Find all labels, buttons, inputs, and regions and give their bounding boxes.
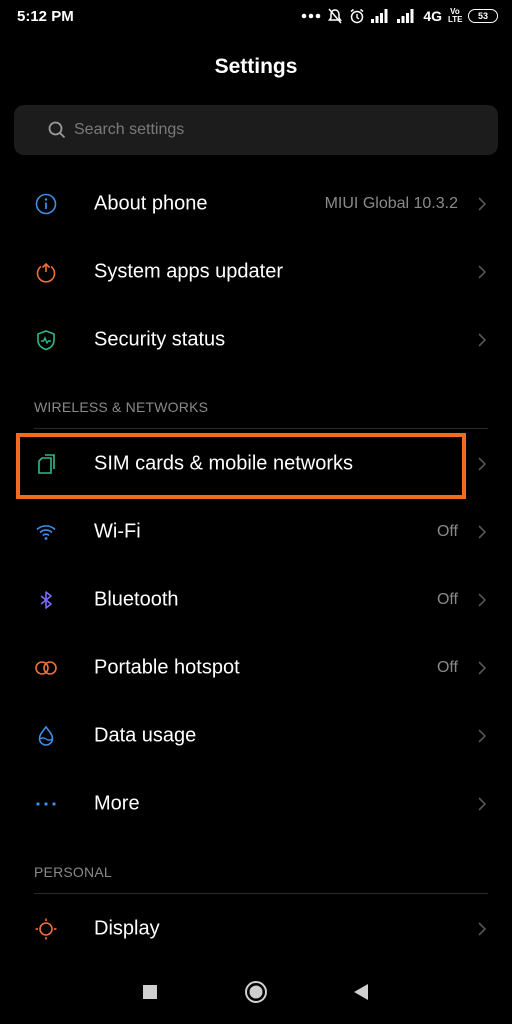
navigation-bar xyxy=(0,960,512,1024)
settings-item-data-usage[interactable]: Data usage xyxy=(0,702,512,770)
chevron-right-icon xyxy=(478,661,487,675)
section-header-personal: PERSONAL xyxy=(34,864,112,880)
home-circle-icon xyxy=(245,981,267,1003)
status-time: 5:12 PM xyxy=(17,8,74,25)
chevron-right-icon xyxy=(478,525,487,539)
settings-item-security-status[interactable]: Security status xyxy=(0,306,512,374)
update-arrow-icon xyxy=(34,260,58,284)
shield-icon xyxy=(34,328,58,352)
chevron-right-icon xyxy=(478,265,487,279)
section-header-wireless: WIRELESS & NETWORKS xyxy=(34,399,209,415)
wifi-icon xyxy=(34,520,58,544)
section-divider xyxy=(34,428,488,429)
item-value: Off xyxy=(436,591,458,608)
droplet-icon xyxy=(34,724,58,748)
square-icon xyxy=(143,985,157,999)
volte-bottom: LTE xyxy=(448,15,463,24)
network-type: 4G xyxy=(423,8,442,24)
settings-item-wifi[interactable]: Wi-Fi Off xyxy=(0,498,512,566)
bluetooth-icon xyxy=(34,588,58,612)
item-label: System apps updater xyxy=(94,260,283,283)
chevron-right-icon xyxy=(478,729,487,743)
notification-dots-icon xyxy=(302,13,321,19)
chevron-right-icon xyxy=(478,457,487,471)
alarm-icon xyxy=(350,8,364,24)
info-icon xyxy=(34,192,58,216)
settings-item-about-phone[interactable]: About phone MIUI Global 10.3.2 xyxy=(0,170,512,238)
item-label: Security status xyxy=(94,328,226,351)
settings-item-more[interactable]: More xyxy=(0,770,512,838)
volte-badge: Vo LTE xyxy=(448,8,463,24)
settings-item-portable-hotspot[interactable]: Portable hotspot Off xyxy=(0,634,512,702)
search-input[interactable] xyxy=(74,105,484,155)
search-icon xyxy=(48,121,66,139)
chevron-right-icon xyxy=(478,197,487,211)
item-label: Display xyxy=(94,917,160,940)
mute-bell-icon xyxy=(328,8,343,24)
settings-item-system-apps-updater[interactable]: System apps updater xyxy=(0,238,512,306)
item-label: Wi-Fi xyxy=(94,520,141,543)
sun-icon xyxy=(34,917,58,941)
settings-item-bluetooth[interactable]: Bluetooth Off xyxy=(0,566,512,634)
item-label: Bluetooth xyxy=(94,588,179,611)
more-dots-icon xyxy=(34,792,58,816)
item-value: Off xyxy=(436,523,458,540)
settings-item-display[interactable]: Display xyxy=(0,895,512,963)
item-value: MIUI Global 10.3.2 xyxy=(324,195,458,212)
battery-level: 53 xyxy=(477,10,488,21)
status-icons: 4G Vo LTE 53 xyxy=(301,7,498,25)
chevron-right-icon xyxy=(478,922,487,936)
item-label: About phone xyxy=(94,192,208,215)
chevron-right-icon xyxy=(478,593,487,607)
item-label: Portable hotspot xyxy=(94,656,240,679)
back-triangle-icon xyxy=(354,984,368,1000)
search-bar[interactable] xyxy=(14,105,498,155)
highlight-box xyxy=(16,433,466,499)
back-button[interactable] xyxy=(353,983,369,1001)
battery-icon: 53 xyxy=(468,9,498,23)
section-divider xyxy=(34,893,488,894)
status-bar: 5:12 PM 4G Vo LTE 53 xyxy=(0,0,512,34)
item-label: More xyxy=(94,792,140,815)
signal-icon-1 xyxy=(371,9,388,23)
chevron-right-icon xyxy=(478,797,487,811)
recents-button[interactable] xyxy=(142,984,158,1000)
signal-icon-2 xyxy=(397,9,414,23)
item-value: Off xyxy=(436,659,458,676)
page-title: Settings xyxy=(214,55,298,78)
home-button[interactable] xyxy=(244,980,268,1004)
chevron-right-icon xyxy=(478,333,487,347)
hotspot-icon xyxy=(34,656,58,680)
item-label: Data usage xyxy=(94,724,197,747)
